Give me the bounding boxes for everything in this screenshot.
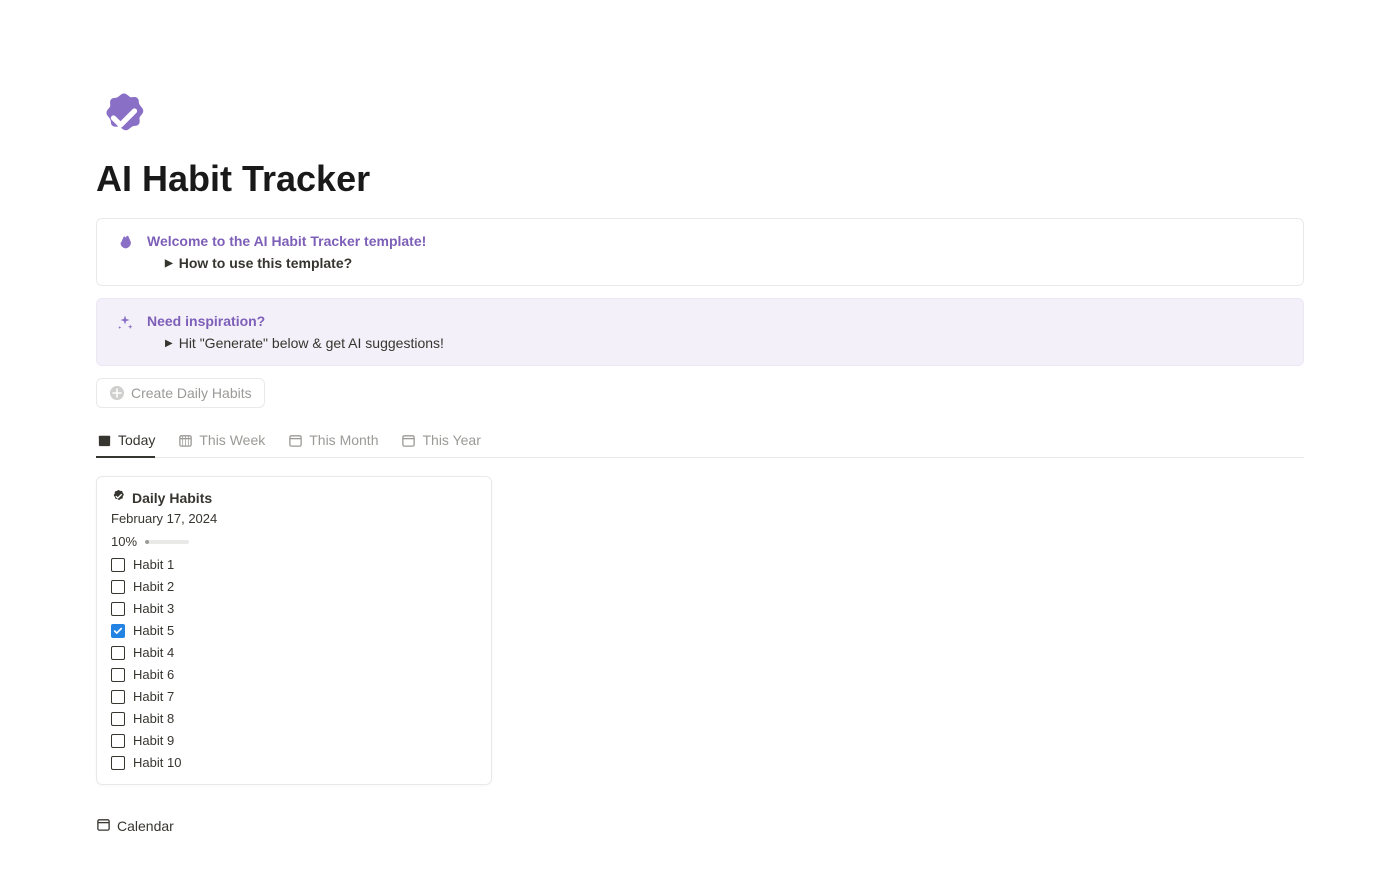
toggle-arrow-icon: ▶ (165, 338, 173, 349)
progress-bar (145, 540, 189, 544)
page-title: AI Habit Tracker (96, 158, 1304, 200)
calendar-label: Calendar (117, 818, 174, 834)
habit-item[interactable]: Habit 4 (111, 645, 477, 660)
wave-hand-icon (115, 233, 135, 253)
toggle-label: How to use this template? (179, 255, 352, 271)
calendar-day-icon (96, 432, 112, 448)
calendar-icon (96, 817, 111, 835)
habit-label: Habit 7 (133, 689, 174, 704)
page-icon-badge-check (96, 90, 152, 146)
habit-label: Habit 5 (133, 623, 174, 638)
progress-row: 10% (111, 534, 477, 549)
toggle-arrow-icon: ▶ (165, 258, 173, 269)
calendar-week-icon (177, 432, 193, 448)
habit-item[interactable]: Habit 3 (111, 601, 477, 616)
habit-label: Habit 9 (133, 733, 174, 748)
habit-item[interactable]: Habit 6 (111, 667, 477, 682)
habit-label: Habit 4 (133, 645, 174, 660)
callout-inspiration: Need inspiration? ▶ Hit "Generate" below… (96, 298, 1304, 366)
create-button-label: Create Daily Habits (131, 385, 252, 401)
callout-welcome: Welcome to the AI Habit Tracker template… (96, 218, 1304, 286)
habit-item[interactable]: Habit 10 (111, 755, 477, 770)
habit-label: Habit 10 (133, 755, 181, 770)
habit-label: Habit 2 (133, 579, 174, 594)
card-date: February 17, 2024 (111, 511, 477, 526)
calendar-month-icon (287, 432, 303, 448)
tab-this-week[interactable]: This Week (177, 426, 265, 458)
progress-fill (145, 540, 149, 544)
habit-list: Habit 1 Habit 2 Habit 3 Habit 5 Habit 4 Habit… (111, 557, 477, 770)
habit-checkbox[interactable] (111, 712, 125, 726)
habit-item[interactable]: Habit 5 (111, 623, 477, 638)
toggle-how-to-use[interactable]: ▶ How to use this template? (165, 255, 1285, 271)
card-title: Daily Habits (132, 490, 212, 506)
habit-checkbox[interactable] (111, 646, 125, 660)
habit-label: Habit 8 (133, 711, 174, 726)
habit-item[interactable]: Habit 2 (111, 579, 477, 594)
tab-label: This Month (309, 432, 378, 448)
tab-this-year[interactable]: This Year (400, 426, 480, 458)
habit-label: Habit 1 (133, 557, 174, 572)
habit-label: Habit 6 (133, 667, 174, 682)
calendar-year-icon (400, 432, 416, 448)
habit-checkbox[interactable] (111, 602, 125, 616)
habit-item[interactable]: Habit 7 (111, 689, 477, 704)
card-header: Daily Habits (111, 489, 477, 507)
habit-item[interactable]: Habit 1 (111, 557, 477, 572)
daily-habits-card[interactable]: Daily Habits February 17, 2024 10% Habit… (96, 476, 492, 785)
habit-checkbox[interactable] (111, 668, 125, 682)
toggle-inspiration[interactable]: ▶ Hit "Generate" below & get AI suggesti… (165, 335, 1285, 351)
create-daily-habits-button[interactable]: Create Daily Habits (96, 378, 265, 408)
habit-checkbox[interactable] (111, 580, 125, 594)
badge-check-small-icon (111, 489, 126, 507)
toggle-label: Hit "Generate" below & get AI suggestion… (179, 335, 444, 351)
habit-checkbox[interactable] (111, 734, 125, 748)
habit-item[interactable]: Habit 8 (111, 711, 477, 726)
callout-inspiration-title: Need inspiration? (147, 313, 1285, 329)
tab-this-month[interactable]: This Month (287, 426, 378, 458)
sparkles-icon (115, 313, 135, 333)
plus-circle-icon (109, 385, 125, 401)
calendar-section-header[interactable]: Calendar (96, 817, 1304, 835)
habit-label: Habit 3 (133, 601, 174, 616)
tab-label: This Week (199, 432, 265, 448)
habit-checkbox[interactable] (111, 756, 125, 770)
habit-checkbox[interactable] (111, 624, 125, 638)
tab-today[interactable]: Today (96, 426, 155, 458)
progress-percent: 10% (111, 534, 137, 549)
view-tabs: Today This Week This Month This Year (96, 426, 1304, 458)
tab-label: This Year (422, 432, 480, 448)
habit-checkbox[interactable] (111, 558, 125, 572)
habit-item[interactable]: Habit 9 (111, 733, 477, 748)
habit-checkbox[interactable] (111, 690, 125, 704)
callout-welcome-title: Welcome to the AI Habit Tracker template… (147, 233, 1285, 249)
tab-label: Today (118, 432, 155, 448)
